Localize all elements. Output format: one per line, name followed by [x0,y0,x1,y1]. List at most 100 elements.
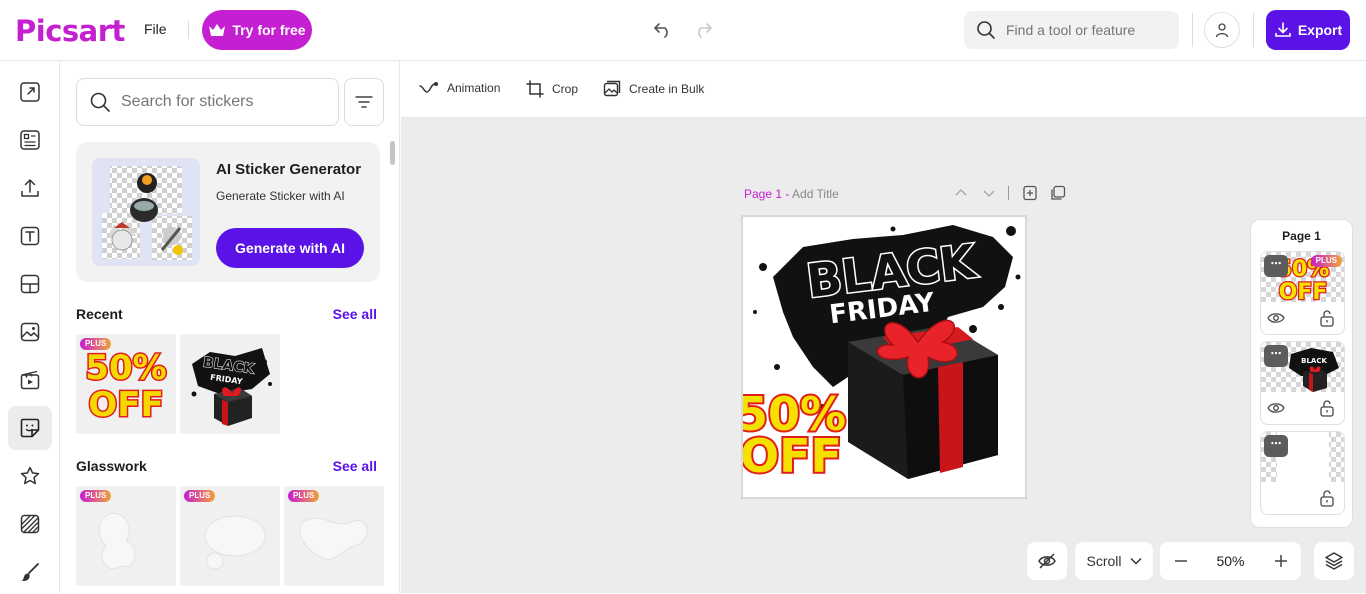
bulk-images-icon [603,80,621,97]
add-page-button[interactable] [1022,185,1038,201]
plus-badge: PLUS [80,490,112,502]
eye-icon[interactable] [1267,401,1285,415]
rail-item-favorites[interactable] [8,454,52,498]
design-artboard[interactable]: BLACK FRIDAY 50% OFF [741,215,1027,499]
plus-badge: PLUS [80,338,112,350]
rail-item-photos[interactable] [8,310,52,354]
zoom-out-icon[interactable] [1174,554,1188,568]
ai-sticker-collage [102,166,192,260]
generate-with-ai-button[interactable]: Generate with AI [216,228,364,268]
zoom-in-icon[interactable] [1274,554,1288,568]
hide-button[interactable] [1027,542,1067,580]
layer-item-sale-sticker[interactable]: 50% OFF PLUS ⋯ [1260,251,1345,335]
add-page-icon [1023,185,1037,201]
sale-sticker-percent: 50% [85,348,166,388]
rail-item-draw[interactable] [8,550,52,594]
export-label: Export [1297,22,1343,38]
layer-thumb-text: BLACK [1301,357,1327,365]
glasswork-sticker[interactable]: PLUS [76,486,176,586]
star-icon [20,466,40,485]
canvas-workspace[interactable]: Page 1 - Add Title BLACK FRIDAY 50% OFF … [401,118,1366,593]
recent-sticker-black-friday[interactable]: BLACK FRIDAY [180,334,280,434]
scroll-mode-label: Scroll [1086,553,1122,569]
upload-icon [21,179,39,197]
crop-label: Crop [552,82,579,96]
glasswork-sticker[interactable]: PLUS [180,486,280,586]
crop-tool-button[interactable]: Crop [526,80,578,98]
search-icon [977,21,995,39]
glasswork-sticker[interactable]: PLUS [284,486,384,586]
crop-icon [526,80,544,98]
rail-item-text[interactable] [8,214,52,258]
panel-scrollbar[interactable] [390,141,395,165]
layers-panel: Page 1 50% OFF PLUS ⋯ BLACK ⋯ ⋯ [1250,219,1353,528]
zoom-level[interactable]: 50% [1216,553,1244,569]
recent-see-all-link[interactable]: See all [333,306,377,322]
unlock-icon[interactable] [1319,489,1335,507]
chevron-up-icon [955,188,967,196]
black-friday-sticker-image: BLACK FRIDAY [191,348,272,426]
unlock-icon[interactable] [1319,309,1335,327]
try-for-free-button[interactable]: Try for free [202,10,312,50]
download-icon [1275,22,1291,37]
picsart-logo[interactable]: Picsart [15,14,125,48]
ai-sticker-preview [92,158,200,266]
divider [1192,13,1193,47]
layers-toggle-button[interactable] [1314,542,1354,580]
rail-item-stickers[interactable] [8,406,52,450]
brush-icon [21,563,39,581]
page-up-button[interactable] [953,185,969,201]
tool-search-field[interactable] [964,11,1179,49]
glasswork-section-title: Glasswork [76,458,147,474]
photos-icon [20,322,40,342]
unlock-icon[interactable] [1319,399,1335,417]
sticker-search-input[interactable] [121,93,321,111]
sale-off-text: OFF [743,429,842,483]
layer-item-black-friday[interactable]: BLACK ⋯ [1260,341,1345,425]
eye-icon[interactable] [1267,311,1285,325]
recent-sticker-50-off[interactable]: 50% OFF PLUS [76,334,176,434]
add-title-input[interactable]: Add Title [792,187,839,201]
chevron-down-icon [1129,557,1142,565]
search-icon [90,92,110,112]
divider [188,21,189,39]
sticker-search-field[interactable] [76,78,339,126]
file-menu-button[interactable]: File [144,21,167,37]
layer-more-button[interactable]: ⋯ [1264,435,1288,457]
recent-section-title: Recent [76,306,123,322]
create-in-bulk-button[interactable]: Create in Bulk [603,80,704,98]
context-toolbar: Animation Crop Create in Bulk [401,61,1366,118]
profile-avatar-button[interactable] [1204,12,1240,48]
zoom-control: 50% [1160,542,1301,580]
sale-sticker-off: OFF [88,385,163,425]
layer-more-button[interactable]: ⋯ [1264,255,1288,277]
undo-button[interactable] [646,13,680,47]
filter-icon [355,96,373,108]
page-title-row: Page 1 - Add Title [744,187,839,201]
rail-item-layout[interactable] [8,262,52,306]
tool-search-input[interactable] [1006,22,1166,38]
background-pattern-icon [20,514,40,534]
filter-button[interactable] [344,78,384,126]
ai-card-subtitle: Generate Sticker with AI [216,189,345,203]
layer-more-button[interactable]: ⋯ [1264,345,1288,367]
duplicate-icon [1051,185,1066,200]
plus-badge: PLUS [1310,255,1342,267]
rail-item-video[interactable] [8,358,52,402]
animation-tool-button[interactable]: Animation [419,80,500,96]
animation-label: Animation [447,81,501,95]
redo-button[interactable] [686,13,720,47]
layer-controls [1261,308,1344,332]
scroll-mode-dropdown[interactable]: Scroll [1075,542,1153,580]
page-down-button[interactable] [981,185,997,201]
rail-item-background[interactable] [8,502,52,546]
glasswork-see-all-link[interactable]: See all [333,458,377,474]
stickers-icon [20,418,40,438]
layer-item-background[interactable]: ⋯ [1260,431,1345,515]
rail-item-templates[interactable] [8,118,52,162]
rail-item-resize[interactable] [8,70,52,114]
duplicate-page-button[interactable] [1050,185,1066,201]
export-button[interactable]: Export [1266,10,1350,50]
layout-icon [20,274,40,294]
rail-item-upload[interactable] [8,166,52,210]
